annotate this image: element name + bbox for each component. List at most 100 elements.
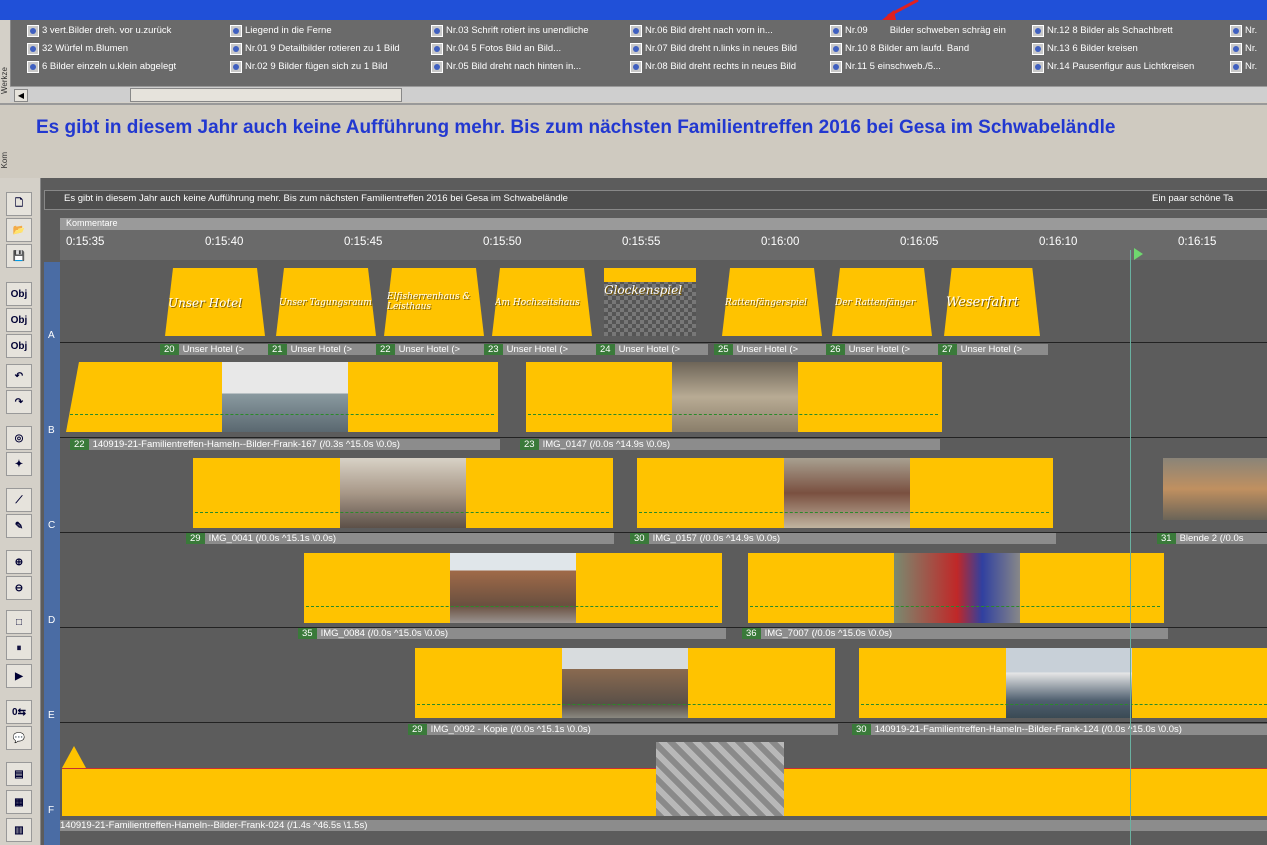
clip-bar[interactable]: 29 IMG_0092 - Kopie (/0.0s ^15.1s \0.0s)	[408, 724, 838, 735]
volume-line	[70, 414, 494, 415]
title-clip-bar[interactable]: 23 Unser Hotel (>	[484, 344, 596, 355]
play-icon[interactable]: ▶	[6, 664, 32, 688]
time-reset-button[interactable]: 0 ⇆	[6, 700, 32, 724]
title-clip-bar[interactable]: 22 Unser Hotel (>	[376, 344, 484, 355]
effect-item[interactable]: Nr.13 6 Bilder kreisen	[1032, 40, 1138, 57]
title-clip-bar[interactable]: 20 Unser Hotel (>	[160, 344, 268, 355]
title-clip-text: Unser Hotel	[168, 296, 243, 310]
effect-item[interactable]: Nr.14 Pausenfigur aus Lichtkreisen	[1032, 58, 1194, 75]
effect-item[interactable]: Nr.08 Bild dreht rechts in neues Bild	[630, 58, 796, 75]
effect-item[interactable]: Nr.	[1230, 58, 1257, 75]
object-button-3[interactable]: Obj	[6, 334, 32, 358]
clip-thumbnail	[222, 362, 348, 432]
clip-bar[interactable]: 30 140919-21-Familientreffen-Hameln--Bild…	[852, 724, 1267, 735]
comments-track[interactable]	[60, 218, 1267, 230]
effect-item[interactable]: Nr.12 8 Bilder als Schachbrett	[1032, 22, 1173, 39]
clip-bar[interactable]: 23 IMG_0147 (/0.0s ^14.9s \0.0s)	[520, 439, 940, 450]
comment-panel-grip[interactable]: Kom	[0, 105, 10, 176]
clip-bar[interactable]: 30 IMG_0157 (/0.0s ^14.9s \0.0s)	[630, 533, 1056, 544]
volume-line	[417, 704, 831, 705]
effect-item[interactable]: Nr.10 8 Bilder am laufd. Band	[830, 40, 969, 57]
effect-icon	[230, 60, 242, 73]
frame-icon[interactable]: □	[6, 610, 32, 634]
title-clip-bar[interactable]: 21 Unser Hotel (>	[268, 344, 376, 355]
zoom-out-icon[interactable]: ⊖	[6, 576, 32, 600]
effect-item[interactable]: Nr.	[1230, 22, 1257, 39]
clip-bar[interactable]: 35 IMG_0084 (/0.0s ^15.0s \0.0s)	[298, 628, 726, 639]
clip-bar[interactable]: 31 Blende 2 (/0.0s	[1157, 533, 1267, 544]
pause-icon[interactable]: ⏸	[6, 636, 32, 660]
clip-thumbnail[interactable]	[1163, 458, 1267, 520]
effect-item[interactable]: 6 Bilder einzeln u.klein abgelegt	[27, 58, 176, 75]
lane-divider	[60, 722, 1267, 723]
clip-bar[interactable]: 22 140919-21-Familientreffen-Hameln--Bild…	[70, 439, 500, 450]
effect-item[interactable]: Nr.01 9 Detailbilder rotieren zu 1 Bild	[230, 40, 400, 57]
clip-bar[interactable]: 140919-21-Familientreffen-Hameln--Bilder…	[60, 820, 1267, 831]
window-titlebar	[0, 0, 1267, 20]
effect-icon	[1032, 24, 1044, 37]
effects-scrollbar[interactable]: ◀	[10, 86, 1267, 102]
title-clip-bar[interactable]: 24 Unser Hotel (>	[596, 344, 708, 355]
zoom-in-icon[interactable]: ⊕	[6, 550, 32, 574]
effect-item[interactable]: Nr.09 Bilder schweben schräg ein	[830, 22, 1006, 39]
clip-bar[interactable]: 29 IMG_0041 (/0.0s ^15.1s \0.0s)	[186, 533, 614, 544]
layout-icon-2[interactable]: ▦	[6, 790, 32, 814]
lane-label: D	[48, 615, 56, 626]
effect-item[interactable]: Nr.03 Schrift rotiert ins unendliche	[431, 22, 589, 39]
title-clip-bar[interactable]: 26 Unser Hotel (>	[826, 344, 938, 355]
timeline-header-right: Ein paar schöne Ta	[1152, 193, 1234, 204]
effect-item[interactable]: Nr.07 Bild dreht n.links in neues Bild	[630, 40, 797, 57]
timeline-header-text: Es gibt in diesem Jahr auch keine Auffüh…	[64, 193, 568, 204]
effect-item[interactable]: Nr.06 Bild dreht nach vorn in...	[630, 22, 773, 39]
layout-icon-3[interactable]: ▥	[6, 818, 32, 842]
effects-icon[interactable]: ✦	[6, 452, 32, 476]
lane-label: F	[48, 805, 55, 816]
comment-text[interactable]: Es gibt in diesem Jahr auch keine Auffüh…	[36, 117, 1115, 139]
color-wheel-icon[interactable]: ◎	[6, 426, 32, 450]
volume-line	[861, 704, 1267, 705]
playhead[interactable]	[1130, 250, 1131, 845]
ruler-tick: 0:16:15	[1178, 236, 1217, 248]
ruler-tick: 0:16:05	[900, 236, 939, 248]
save-icon[interactable]: 💾	[6, 244, 32, 268]
clip-thumbnail	[784, 458, 910, 528]
object-button-1[interactable]: Obj	[6, 282, 32, 306]
volume-line	[195, 512, 609, 513]
effect-item[interactable]: Liegend in die Ferne	[230, 22, 332, 39]
play-marker-icon[interactable]	[1134, 248, 1143, 260]
title-clip-text: Glockenspiel	[604, 283, 683, 297]
redo-icon[interactable]: ↷	[6, 390, 32, 414]
effect-item[interactable]: Nr.04 5 Fotos Bild an Bild...	[431, 40, 561, 57]
effect-item[interactable]: Nr.02 9 Bilder fügen sich zu 1 Bild	[230, 58, 388, 75]
effect-icon	[27, 42, 39, 55]
effect-item[interactable]: Nr.05 Bild dreht nach hinten in...	[431, 58, 581, 75]
layout-icon-1[interactable]: ▤	[6, 762, 32, 786]
clip-bar[interactable]: 36 IMG_7007 (/0.0s ^15.0s \0.0s)	[742, 628, 1168, 639]
eyedropper-icon[interactable]: ✎	[6, 514, 32, 538]
effect-item[interactable]: 3 vert.Bilder dreh. vor u.zurück	[27, 22, 171, 39]
effect-item[interactable]: Nr.11 5 einschweb./5...	[830, 58, 941, 75]
volume-line	[306, 606, 718, 607]
lane-label: A	[48, 330, 55, 341]
clip-thumbnail	[894, 553, 1020, 623]
effect-item[interactable]: Nr.	[1230, 40, 1257, 57]
scroll-thumb[interactable]	[130, 88, 402, 102]
object-button-2[interactable]: Obj	[6, 308, 32, 332]
wand-icon[interactable]: ⟋	[6, 488, 32, 512]
effect-item[interactable]: 32 Würfel m.Blumen	[27, 40, 128, 57]
lane-label: E	[48, 710, 55, 721]
undo-icon[interactable]: ↶	[6, 364, 32, 388]
ruler-tick: 0:15:55	[622, 236, 661, 248]
title-clip-bar[interactable]: 25 Unser Hotel (>	[714, 344, 826, 355]
speech-bubble-icon[interactable]: 💬	[6, 726, 32, 750]
lane-label: B	[48, 425, 55, 436]
effect-icon	[630, 24, 642, 37]
new-file-icon[interactable]: 🗋	[6, 192, 32, 216]
volume-line	[639, 512, 1049, 513]
effect-icon	[431, 60, 443, 73]
open-folder-icon[interactable]: 📂	[6, 218, 32, 242]
scroll-left-arrow-icon[interactable]: ◀	[14, 89, 28, 102]
title-clip-bar[interactable]: 27 Unser Hotel (>	[938, 344, 1048, 355]
clip-thumbnail	[562, 648, 688, 718]
clip-thumbnail	[1006, 648, 1132, 718]
